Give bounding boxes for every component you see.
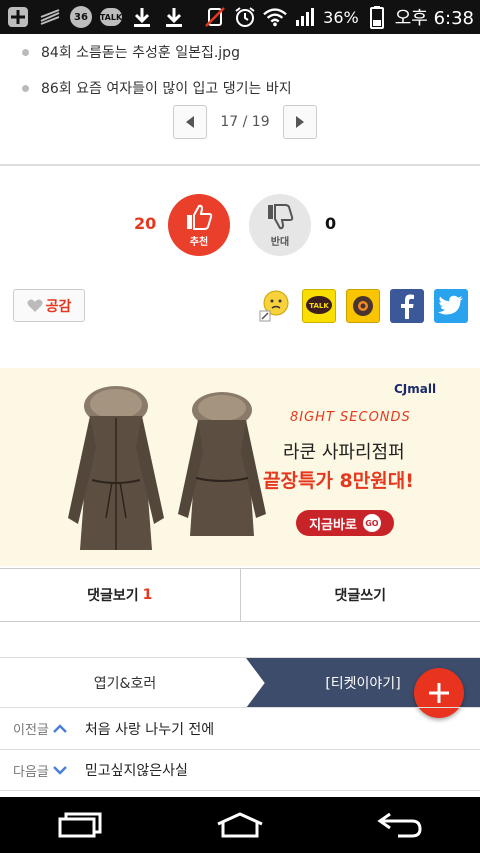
ad-price-line: 끝장특가 8만원대! [263,470,414,492]
home-button[interactable] [210,805,270,845]
twitter-share-icon [438,295,463,315]
list-item-title: 86회 요즘 여자들이 많이 입고 댕기는 바지 [41,81,292,97]
comment-count: 1 [142,587,153,603]
comment-tabs: 댓글보기 1 댓글쓰기 [0,568,480,622]
downvote-button[interactable]: 반대 [249,194,311,256]
category-tabs: 엽기&호러 [티켓이야기] [0,657,480,708]
pagination: 17 / 19 [173,105,317,139]
list-item-title: 84회 소름돋는 추성훈 일본집.jpg [41,45,240,61]
kakaostory-share-icon [353,296,373,316]
write-comment-tab[interactable]: 댓글쓰기 [239,569,480,621]
strike-icon [38,5,62,29]
coat-product-image [68,386,266,550]
ad-cta-label: 지금바로 [309,517,357,533]
kakaotalk-share-button[interactable]: TALK [302,289,336,323]
next-post-key: 다음글 [13,764,49,780]
next-page-button[interactable] [283,105,317,139]
next-post-title: 믿고싶지않은사실 [84,763,188,779]
recent-apps-icon [58,812,102,838]
view-comments-label: 댓글보기 [87,588,139,604]
home-icon [217,812,263,838]
upvote-label: 추천 [189,236,209,248]
category-tab-label: [티켓이야기] [325,676,401,692]
ad-go-icon: GO [362,514,381,532]
write-comment-label: 댓글쓰기 [334,588,387,604]
facebook-share-icon [401,294,414,319]
downvote-label: 반대 [270,236,290,248]
mute-icon [203,5,227,29]
plus-icon [6,5,30,29]
clock: 오후 6:38 [394,8,474,29]
ad-headline: 라쿤 사파리점퍼 [283,442,405,463]
chevron-up-icon [53,723,67,733]
back-icon [377,812,422,838]
upvote-count: 20 [134,214,157,233]
chevron-down-icon [53,766,67,775]
plus-icon [429,683,449,703]
kakaotalk-share-text: TALK [309,302,329,310]
status-bar: 36 TALK 36% 오후 6:38 [0,0,480,34]
prev-page-button[interactable] [173,105,207,139]
kakaotalk-share-icon: TALK [306,296,332,314]
back-button[interactable] [370,805,430,845]
heart-icon [27,299,43,312]
triangle-left-icon [186,116,194,128]
emoticon-share-button[interactable] [258,289,292,323]
category-tab-horror[interactable]: 엽기&호러 [0,658,250,708]
divider [0,164,480,166]
emoticon-icon [259,290,289,322]
system-nav-bar [0,797,480,853]
download-icon [162,5,186,29]
bullet-icon [22,84,29,92]
thumbs-down-icon [268,203,294,229]
kakaostory-share-button[interactable] [346,289,380,323]
category-tab-label: 엽기&호러 [93,676,157,692]
alarm-icon [233,5,257,29]
download-icon [130,5,154,29]
ad-brand-logo: CJmall [394,382,437,396]
recent-apps-button[interactable] [50,805,110,845]
twitter-share-button[interactable] [434,289,468,323]
signal-icon [293,5,317,29]
ad-tagline: 8IGHT SECONDS [290,410,411,425]
downvote-count: 0 [325,214,337,233]
thumbs-up-icon [187,204,213,230]
facebook-share-button[interactable] [390,289,424,323]
related-posts-list: 84회 소름돋는 추성훈 일본집.jpg 86회 요즘 여자들이 많이 입고 댕… [0,34,480,106]
upvote-button[interactable]: 추천 [168,194,230,256]
kakaotalk-icon: TALK [100,8,122,26]
badge-icon: 36 [70,6,92,28]
triangle-right-icon [296,116,304,128]
ad-banner[interactable]: CJmall 8IGHT SECONDS 라쿤 사파리점퍼 끝장특가 8만원대!… [0,368,480,566]
list-item[interactable]: 84회 소름돋는 추성훈 일본집.jpg [0,34,480,70]
battery-icon [365,5,389,29]
page: 36 TALK 36% 오후 6:38 84회 소름돋는 추성훈 일본집.jpg… [0,0,480,853]
next-post-link[interactable]: 다음글 믿고싶지않은사실 [0,749,480,791]
list-item[interactable]: 86회 요즘 여자들이 많이 입고 댕기는 바지 [0,70,480,106]
page-indicator: 17 / 19 [220,114,270,130]
bullet-icon [22,48,29,56]
prev-post-link[interactable]: 이전글 처음 사랑 나누기 전에 [0,707,480,749]
battery-percent: 36% [323,7,359,27]
ad-cta-button[interactable]: 지금바로 GO [296,510,394,536]
empathy-label: 공감 [45,298,72,315]
empathy-button[interactable]: 공감 [13,289,85,322]
share-buttons: TALK [258,289,468,323]
prev-post-key: 이전글 [13,723,49,738]
view-comments-tab[interactable]: 댓글보기 1 [0,569,240,621]
vote-section: 20 추천 반대 0 [0,190,480,260]
prev-post-title: 처음 사랑 나누기 전에 [84,721,215,738]
wifi-icon [263,5,287,29]
